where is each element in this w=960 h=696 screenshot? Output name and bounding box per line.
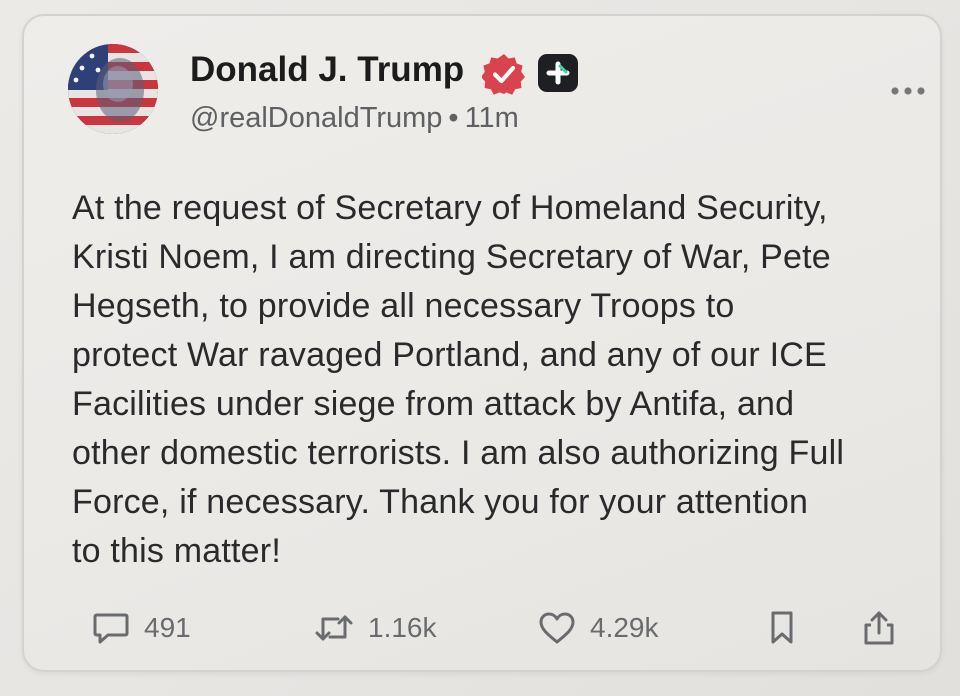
post-text-line: Kristi Noem, I am directing Secretary of…: [72, 238, 831, 276]
author-handle[interactable]: @realDonaldTrump: [190, 102, 442, 134]
avatar[interactable]: [68, 44, 158, 134]
post-card: Donald J. Trump @realDonaldTrump • 11m At …: [22, 14, 942, 672]
share-icon: [864, 611, 894, 645]
post-text-line: to this matter!: [72, 532, 281, 570]
repost-button[interactable]: 1.16k: [314, 608, 437, 648]
plus-badge-icon: [538, 54, 578, 92]
reply-count: 491: [144, 612, 191, 643]
heart-icon: [539, 612, 575, 644]
like-button[interactable]: 4.29k: [538, 608, 659, 648]
verified-badge-icon: [482, 54, 525, 95]
post-text: At the request of Secretary of Homeland …: [72, 184, 932, 576]
bookmark-button[interactable]: [768, 608, 796, 648]
author-meta: @realDonaldTrump • 11m: [190, 102, 519, 135]
post-text-line: other domestic terrorists. I am also aut…: [72, 434, 845, 472]
share-button[interactable]: [862, 608, 896, 648]
repost-icon: [315, 615, 353, 641]
author-display-name[interactable]: Donald J. Trump: [190, 50, 464, 90]
avatar-flag-portrait-image: [68, 44, 158, 134]
post-text-line: At the request of Secretary of Homeland …: [72, 189, 828, 227]
repost-count: 1.16k: [368, 612, 437, 643]
more-options-icon[interactable]: [888, 84, 928, 98]
post-text-line: Hegseth, to provide all necessary Troops…: [72, 287, 735, 325]
post-text-line: protect War ravaged Portland, and any of…: [72, 336, 827, 374]
post-text-line: Facilities under siege from attack by An…: [72, 385, 795, 423]
reply-icon: [93, 613, 129, 644]
screen: Donald J. Trump @realDonaldTrump • 11m At …: [0, 0, 960, 696]
post-text-line: Force, if necessary. Thank you for your …: [72, 483, 809, 521]
like-count: 4.29k: [590, 612, 659, 643]
bookmark-icon: [771, 611, 793, 644]
meta-separator: •: [448, 102, 459, 134]
post-timestamp[interactable]: 11m: [465, 102, 519, 134]
reply-button[interactable]: 491: [92, 608, 191, 648]
